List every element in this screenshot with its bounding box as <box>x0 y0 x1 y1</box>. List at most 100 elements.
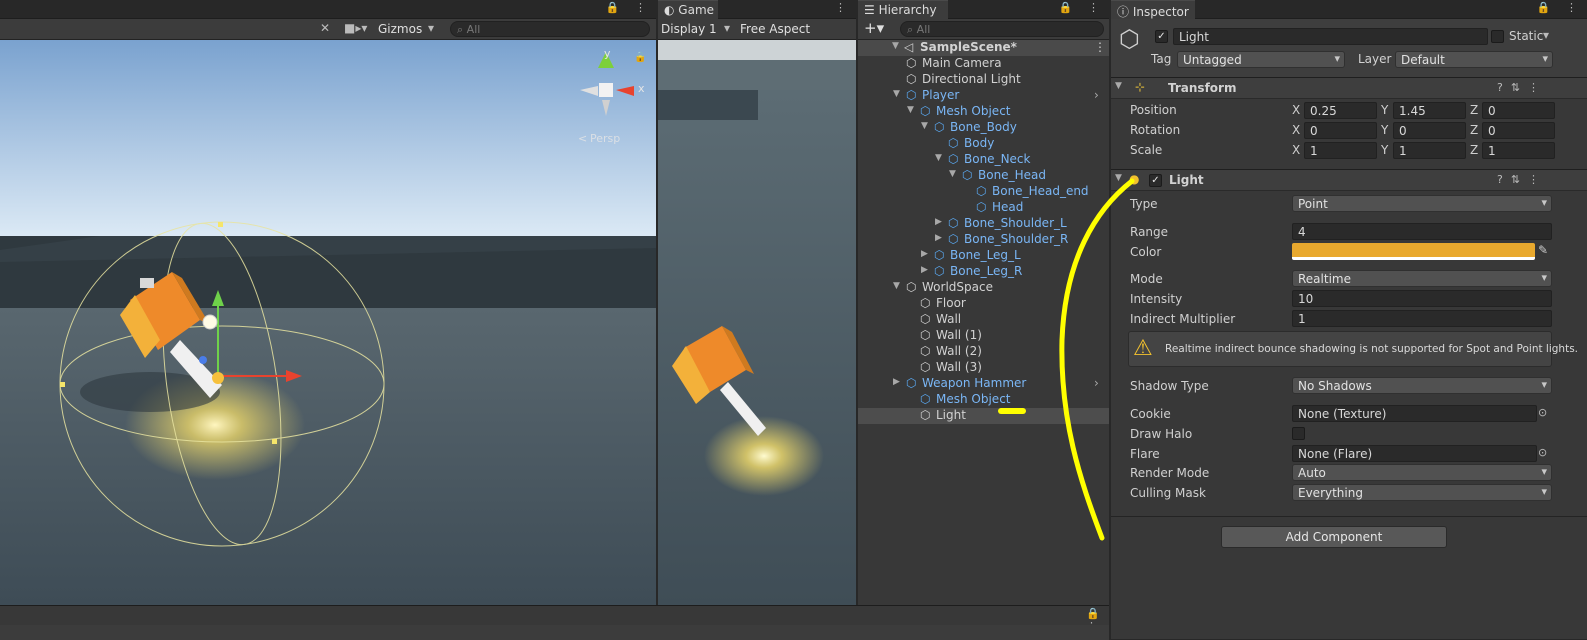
game-viewport[interactable] <box>658 40 856 605</box>
foldout-arrow-icon[interactable]: ▶ <box>893 377 900 387</box>
light-range-field[interactable]: 4 <box>1292 223 1552 240</box>
hierarchy-item[interactable]: ⬡ Head <box>858 200 1109 216</box>
transform-position-x-field[interactable]: 0.25 <box>1304 102 1377 119</box>
axis-z-label[interactable]: Z <box>1470 123 1478 137</box>
static-checkbox[interactable] <box>1491 30 1504 43</box>
hierarchy-item[interactable]: ⬡ Wall (3) <box>858 360 1109 376</box>
object-picker-icon[interactable]: ⊙ <box>1538 406 1547 419</box>
axis-x-label[interactable]: X <box>1292 143 1300 157</box>
scene-viewport[interactable]: y x Persp < 🔒 <box>0 40 656 605</box>
hierarchy-item[interactable]: ▼ ⬡ WorldSpace <box>858 280 1109 296</box>
hierarchy-item[interactable]: ⬡ Floor <box>858 296 1109 312</box>
hierarchy-item[interactable]: ▼ ⬡ Bone_Neck <box>858 152 1109 168</box>
scene-menu-icon[interactable]: ⋮ <box>1094 40 1106 54</box>
foldout-arrow-icon[interactable]: ▼ <box>893 281 900 291</box>
foldout-arrow-icon[interactable]: ▼ <box>921 121 928 131</box>
component-header-icons[interactable]: ?⇅⋮ <box>1497 81 1547 94</box>
light-draw-halo-checkbox[interactable] <box>1292 427 1305 440</box>
hierarchy-item[interactable]: ⬡ Wall (2) <box>858 344 1109 360</box>
inspector-tab-controls[interactable]: 🔒 ⋮ <box>1537 1 1583 14</box>
scene-search-input[interactable]: ⌕ All <box>450 21 650 37</box>
hierarchy-item[interactable]: ⬡ Body <box>858 136 1109 152</box>
light-enabled-checkbox[interactable]: ✓ <box>1149 174 1162 187</box>
axis-x-label[interactable]: X <box>1292 103 1300 117</box>
hierarchy-item[interactable]: ⬡ Wall (1) <box>858 328 1109 344</box>
prefab-open-arrow-icon[interactable]: › <box>1094 376 1099 390</box>
transform-scale-x-field[interactable]: 1 <box>1304 142 1377 159</box>
hierarchy-item[interactable]: ▶ ⬡ Bone_Leg_R <box>858 264 1109 280</box>
axis-y-label[interactable]: Y <box>1381 143 1388 157</box>
light-culling-mask-dropdown[interactable]: Everything <box>1292 484 1552 501</box>
lock-icon[interactable]: 🔒 <box>634 51 646 63</box>
hierarchy-search-input[interactable]: ⌕ All <box>900 21 1104 37</box>
hierarchy-item[interactable]: ▶ ⬡ Bone_Leg_L <box>858 248 1109 264</box>
tools-icon[interactable]: ✕ <box>320 21 330 35</box>
tab-game[interactable]: ◐ Game <box>658 0 718 19</box>
hierarchy-item[interactable]: ▼ ⬡ Player › <box>858 88 1109 104</box>
light-mode-dropdown[interactable]: Realtime <box>1292 270 1552 287</box>
transform-position-y-field[interactable]: 1.45 <box>1393 102 1466 119</box>
layer-dropdown[interactable]: Default <box>1395 51 1553 68</box>
eyedropper-icon[interactable]: ✎ <box>1538 243 1548 257</box>
display-dropdown-icon[interactable]: ▾ <box>724 21 730 35</box>
light-render-mode-dropdown[interactable]: Auto <box>1292 464 1552 481</box>
prefab-open-arrow-icon[interactable]: › <box>1094 88 1099 102</box>
foldout-arrow-icon[interactable]: ▼ <box>907 105 914 115</box>
foldout-arrow-icon[interactable]: ▶ <box>921 265 928 275</box>
transform-position-z-field[interactable]: 0 <box>1482 102 1555 119</box>
add-component-button[interactable]: Add Component <box>1221 526 1447 548</box>
hierarchy-item[interactable]: ▼ ⬡ Bone_Head <box>858 168 1109 184</box>
transform-scale-y-field[interactable]: 1 <box>1393 142 1466 159</box>
gizmos-dropdown-icon[interactable]: ▾ <box>428 21 434 35</box>
axis-y-label[interactable]: Y <box>1381 103 1388 117</box>
axis-y-label[interactable]: Y <box>1381 123 1388 137</box>
light-indirect-multiplier-field[interactable]: 1 <box>1292 310 1552 327</box>
hierarchy-item[interactable]: ⬡ Directional Light <box>858 72 1109 88</box>
foldout-arrow-icon[interactable]: ▼ <box>949 169 956 179</box>
transform-scale-z-field[interactable]: 1 <box>1482 142 1555 159</box>
hierarchy-item[interactable]: ▶ ⬡ Bone_Shoulder_L <box>858 216 1109 232</box>
foldout-arrow-icon[interactable]: ▶ <box>921 249 928 259</box>
axis-x-label[interactable]: X <box>1292 123 1300 137</box>
persp-label[interactable]: Persp <box>590 132 620 145</box>
component-header-icons[interactable]: ?⇅⋮ <box>1497 173 1547 186</box>
hierarchy-item[interactable]: ▶ ⬡ Bone_Shoulder_R <box>858 232 1109 248</box>
hierarchy-item-selected[interactable]: ⬡ Light <box>858 408 1109 424</box>
object-picker-icon[interactable]: ⊙ <box>1538 446 1547 459</box>
scene-row[interactable]: ▼ ◁ SampleScene* ⋮ <box>858 40 1109 56</box>
light-type-dropdown[interactable]: Point <box>1292 195 1552 212</box>
aspect-dropdown[interactable]: Free Aspect <box>740 22 810 36</box>
transform-rotation-x-field[interactable]: 0 <box>1304 122 1377 139</box>
light-intensity-field[interactable]: 10 <box>1292 290 1552 307</box>
hierarchy-tab-controls[interactable]: 🔒 ⋮ <box>1059 1 1105 14</box>
light-shadow-type-dropdown[interactable]: No Shadows <box>1292 377 1552 394</box>
foldout-arrow-icon[interactable]: ▼ <box>893 89 900 99</box>
hierarchy-item[interactable]: ⬡ Main Camera <box>858 56 1109 72</box>
foldout-arrow-icon[interactable]: ▼ <box>935 153 942 163</box>
hierarchy-item[interactable]: ⬡ Wall <box>858 312 1109 328</box>
hierarchy-item[interactable]: ⬡ Mesh Object <box>858 392 1109 408</box>
foldout-arrow-icon[interactable]: ▶ <box>935 233 942 243</box>
scene-tab-controls[interactable]: 🔒 ⋮ <box>606 1 652 14</box>
hierarchy-item[interactable]: ▼ ⬡ Bone_Body <box>858 120 1109 136</box>
static-dropdown-icon[interactable]: ▾ <box>1543 28 1549 42</box>
transform-rotation-y-field[interactable]: 0 <box>1393 122 1466 139</box>
hierarchy-item[interactable]: ⬡ Bone_Head_end <box>858 184 1109 200</box>
foldout-arrow-icon[interactable]: ▼ <box>1115 173 1122 183</box>
transform-rotation-z-field[interactable]: 0 <box>1482 122 1555 139</box>
active-checkbox[interactable]: ✓ <box>1155 30 1168 43</box>
tab-inspector[interactable]: ⓘ Inspector <box>1111 0 1195 19</box>
light-cookie-object-field[interactable]: None (Texture) <box>1292 405 1537 422</box>
display-dropdown[interactable]: Display 1 <box>661 22 717 36</box>
light-flare-object-field[interactable]: None (Flare) <box>1292 445 1537 462</box>
object-name-field[interactable]: Light <box>1173 28 1488 45</box>
hierarchy-item[interactable]: ▼ ⬡ Mesh Object <box>858 104 1109 120</box>
tag-dropdown[interactable]: Untagged <box>1177 51 1345 68</box>
camera-icon[interactable]: ■▸▾ <box>344 21 367 35</box>
foldout-arrow-icon[interactable]: ▼ <box>1115 81 1122 91</box>
hierarchy-item[interactable]: ▶ ⬡ Weapon Hammer › <box>858 376 1109 392</box>
light-color-swatch[interactable] <box>1292 243 1535 260</box>
foldout-arrow-icon[interactable]: ▶ <box>935 217 942 227</box>
tab-hierarchy[interactable]: ☰ Hierarchy <box>858 0 948 19</box>
game-tab-menu-icon[interactable]: ⋮ <box>835 1 852 14</box>
